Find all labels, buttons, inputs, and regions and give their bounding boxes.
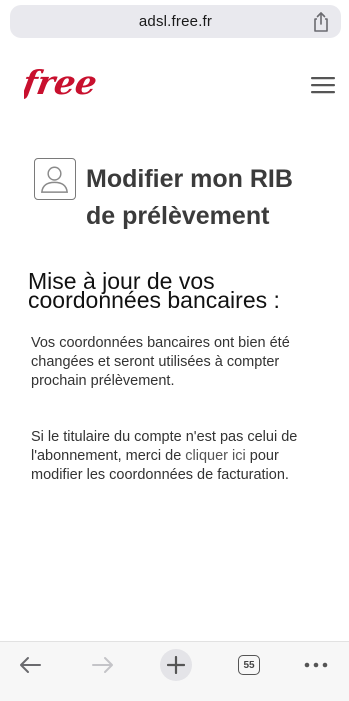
more-icon xyxy=(304,662,328,668)
address-bar[interactable]: adsl.free.fr xyxy=(10,5,341,38)
page-title-line1: Modifier mon RIB xyxy=(86,165,293,193)
new-tab-button[interactable] xyxy=(160,649,192,681)
free-logo[interactable]: free xyxy=(24,66,122,106)
forward-button[interactable] xyxy=(88,650,118,680)
subtitle-line2: coordonnées bancaires : xyxy=(28,287,280,313)
click-here-link[interactable]: cliquer ici xyxy=(185,448,245,464)
user-avatar-icon xyxy=(34,158,76,200)
site-header: free xyxy=(0,46,349,128)
page-title: Modifier mon RIB de prélèvement xyxy=(86,161,336,235)
url-text[interactable]: adsl.free.fr xyxy=(10,13,341,30)
browser-toolbar: 55 xyxy=(0,641,349,701)
section-subtitle: Mise à jour de vos coordonnées bancaires… xyxy=(28,270,328,313)
tab-count: 55 xyxy=(243,659,255,671)
logo-text: free xyxy=(24,66,100,102)
hamburger-menu-icon[interactable] xyxy=(311,76,335,94)
page-title-line2: de prélèvement xyxy=(86,202,270,230)
back-button[interactable] xyxy=(15,650,45,680)
tabs-button[interactable]: 55 xyxy=(237,650,261,680)
back-arrow-icon xyxy=(20,657,41,673)
confirmation-message: Vos coordonnées bancaires ont bien été c… xyxy=(31,335,290,389)
share-icon[interactable] xyxy=(311,11,331,33)
browser-address-area: adsl.free.fr xyxy=(0,0,349,46)
more-button[interactable] xyxy=(301,650,331,680)
forward-arrow-icon xyxy=(92,657,113,673)
plus-icon xyxy=(167,656,185,674)
billing-info-message: Si le titulaire du compte n'est pas celu… xyxy=(31,428,321,485)
tabs-icon: 55 xyxy=(238,655,260,675)
